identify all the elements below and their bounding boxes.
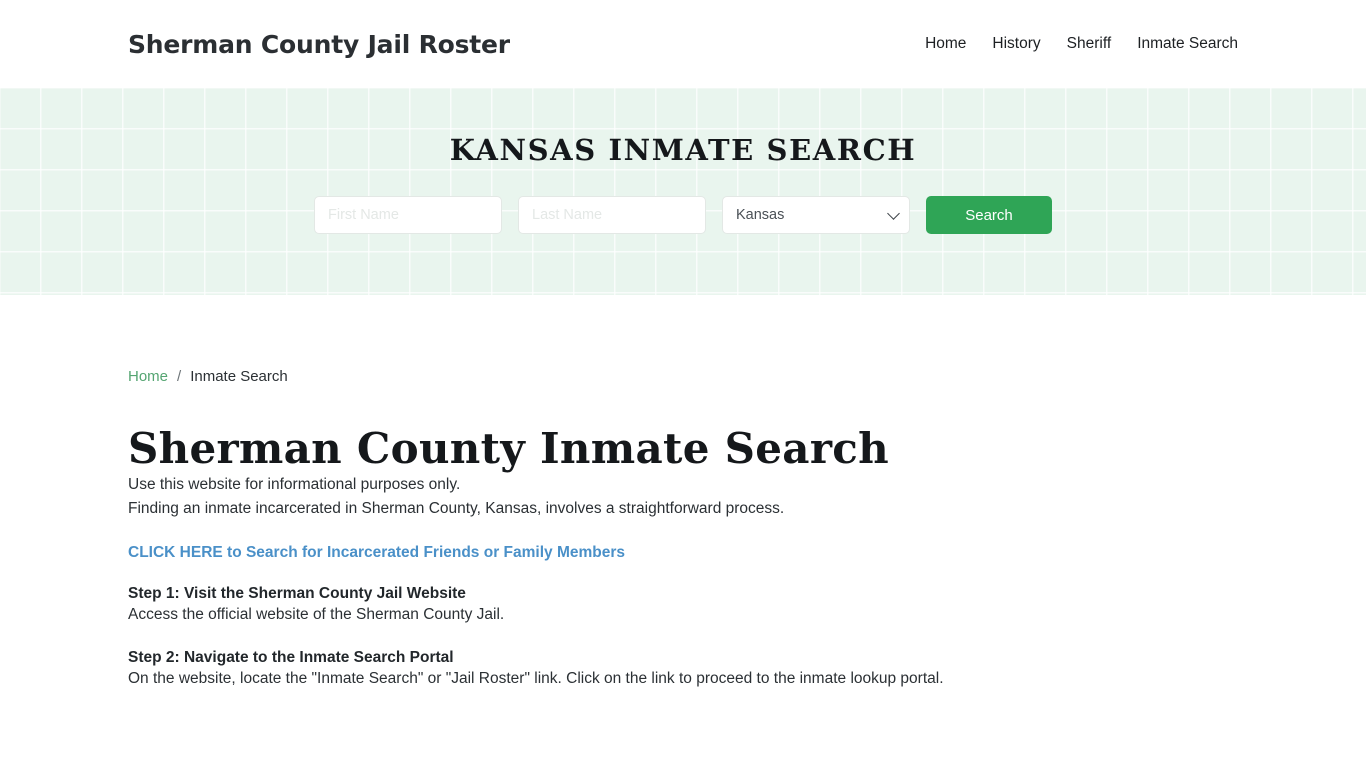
- hero-search-banner: Kansas Inmate Search Kansas Search: [0, 88, 1366, 295]
- state-select-wrapper: Kansas: [722, 196, 910, 234]
- nav-item-inmate-search[interactable]: Inmate Search: [1137, 35, 1238, 53]
- breadcrumb-separator: /: [177, 368, 182, 385]
- intro-paragraph-1: Use this website for informational purpo…: [128, 476, 461, 494]
- search-button[interactable]: Search: [926, 196, 1052, 234]
- inmate-search-form: Kansas Search: [314, 196, 1052, 234]
- last-name-input[interactable]: [518, 196, 706, 234]
- main-content: Home / Inmate Search Sherman County Inma…: [0, 295, 1366, 690]
- main-navigation: Home History Sheriff Inmate Search: [925, 35, 1238, 53]
- cta-search-link[interactable]: CLICK HERE to Search for Incarcerated Fr…: [128, 544, 625, 562]
- step-1-text: Access the official website of the Sherm…: [128, 605, 505, 623]
- site-header: Sherman County Jail Roster Home History …: [0, 0, 1366, 88]
- page-title: Sherman County Inmate Search: [128, 424, 889, 473]
- step-1-heading: Step 1: Visit the Sherman County Jail We…: [128, 584, 466, 602]
- site-brand-title[interactable]: Sherman County Jail Roster: [128, 30, 510, 59]
- step-2-heading: Step 2: Navigate to the Inmate Search Po…: [128, 649, 454, 667]
- breadcrumb: Home / Inmate Search: [128, 295, 1238, 385]
- hero-title: Kansas Inmate Search: [449, 133, 917, 167]
- breadcrumb-item-current: Inmate Search: [190, 368, 288, 385]
- breadcrumb-item-home[interactable]: Home: [128, 368, 168, 385]
- nav-item-history[interactable]: History: [992, 35, 1040, 53]
- nav-item-home[interactable]: Home: [925, 35, 966, 53]
- first-name-input[interactable]: [314, 196, 502, 234]
- step-2-text: On the website, locate the "Inmate Searc…: [128, 670, 944, 688]
- state-select[interactable]: Kansas: [722, 196, 910, 234]
- nav-item-sheriff[interactable]: Sheriff: [1067, 35, 1112, 53]
- intro-paragraph-2: Finding an inmate incarcerated in Sherma…: [128, 499, 785, 517]
